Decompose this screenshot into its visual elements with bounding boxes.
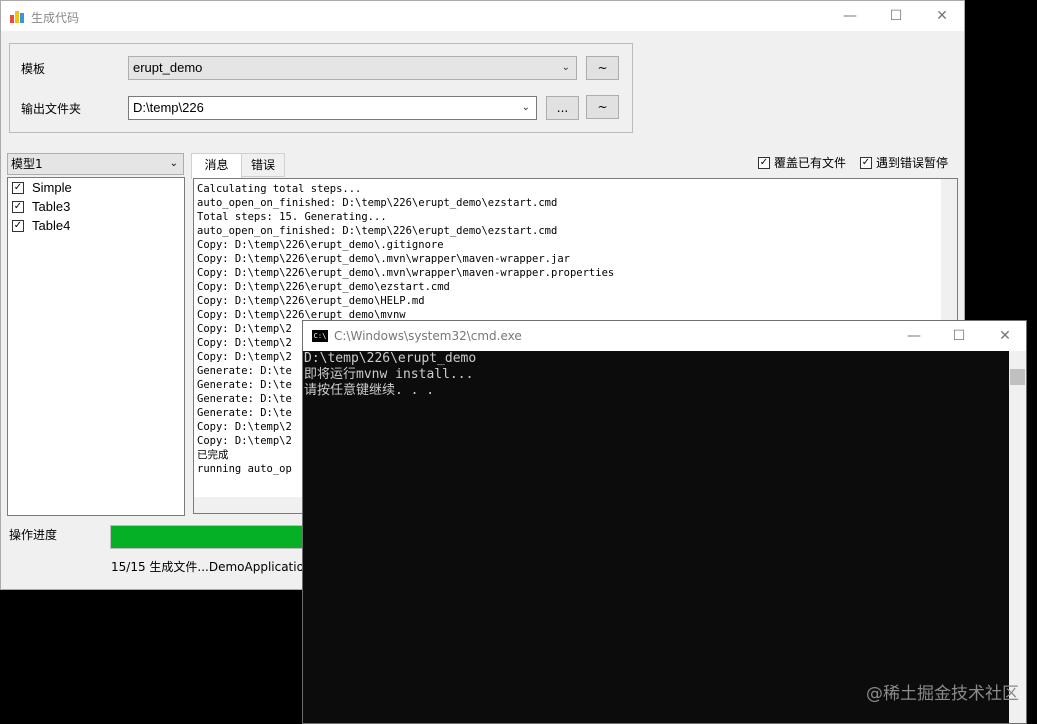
cmd-line: 即将运行mvnw install... [304,367,474,382]
model-item-table4[interactable]: ✓ Table4 [8,216,184,235]
template-select[interactable]: erupt_demo ⌄ [128,56,577,80]
log-line: auto_open_on_finished: D:\temp\226\erupt… [197,197,558,209]
maximize-icon[interactable]: ☐ [936,321,982,351]
tab-errors[interactable]: 错误 [241,153,285,177]
cmd-output[interactable]: D:\temp\226\erupt_demo 即将运行mvnw install..… [303,351,1009,723]
log-line: Copy: D:\temp\226\erupt_demo\.mvn\wrappe… [197,253,570,265]
cmd-line: 请按任意键继续. . . [304,383,435,398]
model-item-simple[interactable]: ✓ Simple [8,178,184,197]
watermark: @稀土掘金技术社区 [866,684,1019,704]
model-item-label: Table3 [32,199,71,214]
app-icon [10,11,24,23]
output-folder-select[interactable]: D:\temp\226 ⌄ [128,96,537,120]
chevron-down-icon: ⌄ [169,158,178,169]
cmd-title-bar: C:\ C:\Windows\system32\cmd.exe — ☐ ✕ [303,321,1026,351]
cmd-scroll-thumb[interactable] [1010,369,1025,385]
checkbox-icon[interactable]: ✓ [12,181,24,194]
status-text: 15/15 生成文件...DemoApplication [111,560,312,574]
tab-messages[interactable]: 消息 [191,153,242,179]
chevron-down-icon: ⌄ [521,102,530,113]
log-line: Calculating total steps... [197,183,362,195]
template-value: erupt_demo [133,60,203,75]
model-item-table3[interactable]: ✓ Table3 [8,197,184,216]
model-select[interactable]: 模型1 ⌄ [7,153,184,175]
output-value: D:\temp\226 [133,100,204,115]
output-tilde-button[interactable]: ~ [586,95,619,119]
model-item-label: Simple [32,180,72,195]
close-icon[interactable]: ✕ [919,1,965,31]
template-label: 模板 [21,62,46,76]
window-title: 生成代码 [31,11,80,25]
checkbox-icon[interactable]: ✓ [12,219,24,232]
model-item-label: Table4 [32,218,71,233]
log-line: Total steps: 15. Generating... [197,211,387,223]
model-value: 模型1 [11,157,43,171]
overwrite-label: 覆盖已有文件 [774,156,847,170]
progress-label: 操作进度 [9,528,58,542]
cmd-line: D:\temp\226\erupt_demo [304,351,477,366]
log-line: auto_open_on_finished: D:\temp\226\erupt… [197,225,558,237]
cmd-window: C:\ C:\Windows\system32\cmd.exe — ☐ ✕ D:… [302,320,1027,724]
cmd-icon: C:\ [312,330,328,342]
browse-button[interactable]: ... [546,96,579,120]
log-line: Copy: D:\temp\226\erupt_demo\.mvn\wrappe… [197,267,615,279]
close-icon[interactable]: ✕ [982,321,1028,351]
chevron-down-icon: ⌄ [561,62,570,73]
overwrite-checkbox[interactable]: ✓ 覆盖已有文件 [758,154,846,171]
maximize-icon[interactable]: ☐ [873,1,919,31]
model-list: ✓ Simple ✓ Table3 ✓ Table4 [7,177,185,516]
minimize-icon[interactable]: — [891,321,937,351]
checkbox-icon[interactable]: ✓ [758,156,770,169]
cmd-scrollbar[interactable] [1009,351,1026,723]
cmd-window-title: C:\Windows\system32\cmd.exe [334,329,522,343]
template-tilde-button[interactable]: ~ [586,56,619,80]
log-line: Copy: D:\temp\226\erupt_demo\ezstart.cmd [197,281,450,293]
title-bar: 生成代码 — ☐ ✕ [1,1,964,31]
pause-on-error-checkbox[interactable]: ✓ 遇到错误暂停 [860,154,948,171]
log-line: Copy: D:\temp\226\erupt_demo\.gitignore [197,239,444,251]
log-line: Copy: D:\temp\226\erupt_demo\HELP.md [197,295,425,307]
checkbox-icon[interactable]: ✓ [860,156,872,169]
output-label: 输出文件夹 [21,102,82,116]
checkbox-icon[interactable]: ✓ [12,200,24,213]
minimize-icon[interactable]: — [827,1,873,31]
pause-on-error-label: 遇到错误暂停 [876,156,949,170]
